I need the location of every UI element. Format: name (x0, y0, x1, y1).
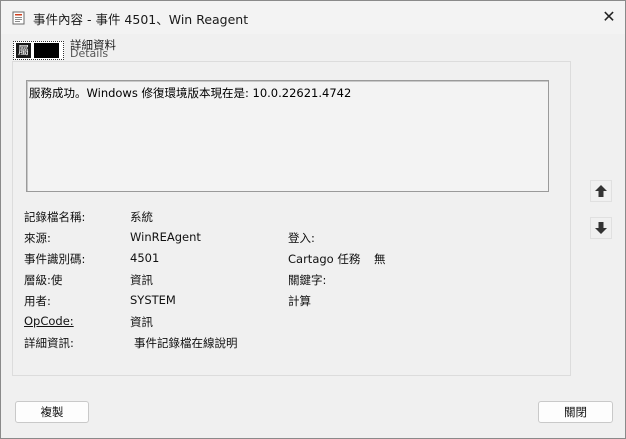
log-name-label: 記錄檔名稱: (24, 210, 86, 224)
event-properties-window: 事件內容 - 事件 4501、Win Reagent ✕ 屬 詳細資料 Deta… (0, 0, 626, 439)
user-value: SYSTEM (130, 293, 176, 307)
copy-button[interactable]: 複製 (15, 401, 89, 423)
log-name-value: 系統 (130, 210, 153, 224)
tab-details-sublabel: Details (70, 47, 109, 60)
close-window-button[interactable]: ✕ (597, 5, 621, 29)
level-label: 層級:使 (24, 273, 63, 287)
user-label: 用者: (24, 294, 51, 308)
task-category-value: 無 (374, 252, 386, 266)
tab-details[interactable]: 詳細資料 Details (70, 39, 130, 61)
event-log-online-help-link[interactable]: 事件記錄檔在線說明 (134, 335, 238, 351)
keywords-label: 關鍵字: (288, 273, 327, 287)
tab-general-label: 屬 (16, 43, 31, 58)
level-value: 資訊 (130, 273, 153, 287)
tab-selection-highlight (34, 43, 59, 58)
arrow-down-icon (595, 222, 607, 234)
opcode-value: 資訊 (130, 315, 153, 329)
source-label: 來源: (24, 231, 51, 245)
event-viewer-icon (12, 10, 26, 25)
close-button[interactable]: 關閉 (538, 401, 613, 423)
previous-event-button[interactable] (590, 180, 612, 202)
tab-general[interactable]: 屬 (13, 41, 64, 60)
task-category-label: Cartago 任務 (288, 252, 361, 266)
window-title: 事件內容 - 事件 4501、Win Reagent (33, 12, 249, 27)
computer-label: 計算 (288, 294, 311, 308)
event-id-label: 事件識別碼: (24, 252, 86, 266)
opcode-label: OpCode: (24, 314, 74, 328)
arrow-up-icon (595, 185, 607, 197)
title-bar: 事件內容 - 事件 4501、Win Reagent ✕ (1, 1, 625, 34)
event-id-value: 4501 (130, 251, 160, 265)
logged-label: 登入: (288, 231, 315, 245)
more-info-label: 詳細資訊: (24, 336, 74, 350)
next-event-button[interactable] (590, 217, 612, 239)
source-value: WinREAgent (130, 230, 201, 244)
description-textbox[interactable]: 服務成功。Windows 修復環境版本現在是: 10.0.22621.4742 (26, 80, 549, 192)
description-text: 服務成功。Windows 修復環境版本現在是: 10.0.22621.4742 (29, 86, 352, 100)
